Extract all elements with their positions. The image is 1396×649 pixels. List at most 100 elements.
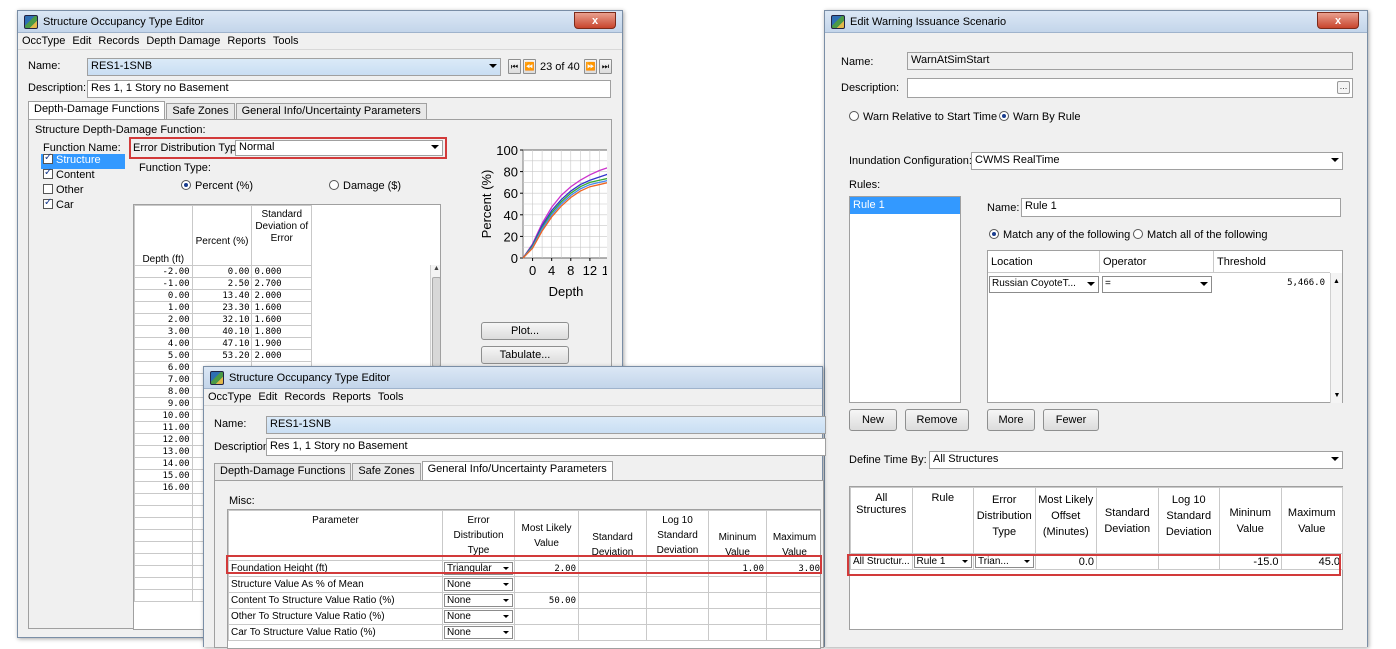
- table-row[interactable]: All Structur... Rule 1 Trian... 0.0 -15.…: [850, 553, 1343, 570]
- menu-depth-damage[interactable]: Depth Damage: [146, 35, 220, 47]
- description-field[interactable]: Res 1, 1 Story no Basement: [87, 80, 611, 98]
- name-dropdown[interactable]: RES1-1SNB: [87, 58, 501, 76]
- description-field[interactable]: Res 1, 1 Story no Basement: [266, 438, 826, 456]
- tab-safe-zones[interactable]: Safe Zones: [352, 463, 421, 480]
- tab-depth-damage[interactable]: Depth-Damage Functions: [214, 463, 352, 480]
- match-all-radio[interactable]: Match all of the following: [1133, 229, 1267, 241]
- cell-max[interactable]: [766, 576, 820, 593]
- cell-std[interactable]: 1.800: [251, 325, 312, 338]
- name-field[interactable]: RES1-1SNB: [266, 416, 826, 434]
- scroll-thumb[interactable]: [432, 277, 440, 367]
- cell-std[interactable]: [578, 560, 647, 577]
- tab-general-info[interactable]: General Info/Uncertainty Parameters: [421, 461, 613, 480]
- fewer-button[interactable]: Fewer: [1043, 409, 1099, 431]
- cell-depth[interactable]: 3.00: [134, 325, 193, 338]
- menu-reports[interactable]: Reports: [227, 35, 266, 47]
- cell-param[interactable]: Structure Value As % of Mean: [228, 576, 443, 593]
- cell-max[interactable]: 3.00: [766, 560, 820, 577]
- cell-percent[interactable]: 0.00: [191, 265, 253, 278]
- menu-occtype[interactable]: OccType: [208, 391, 251, 403]
- cell-min[interactable]: [708, 624, 767, 641]
- checkbox-icon[interactable]: [43, 184, 53, 194]
- cell-depth[interactable]: 0.00: [134, 289, 193, 302]
- cell-depth[interactable]: 13.00: [134, 445, 193, 458]
- more-button[interactable]: More: [987, 409, 1035, 431]
- table-row[interactable]: 0.00 13.40 2.000: [134, 289, 312, 302]
- cell-rule[interactable]: Rule 1: [911, 553, 974, 570]
- cell-max[interactable]: [766, 624, 820, 641]
- first-record-button[interactable]: ⏮: [508, 59, 521, 74]
- distribution-dropdown[interactable]: Triangular: [444, 562, 513, 575]
- cell-dist[interactable]: Trian...: [973, 553, 1036, 570]
- description-field[interactable]: …: [907, 78, 1353, 98]
- table-row[interactable]: -1.00 2.50 2.700: [134, 277, 312, 290]
- cell-log[interactable]: [1157, 553, 1220, 570]
- window-titlebar[interactable]: Structure Occupancy Type Editor x: [18, 11, 622, 33]
- rule-item[interactable]: Rule 1: [850, 197, 960, 214]
- name-field[interactable]: WarnAtSimStart: [907, 52, 1353, 70]
- tab-safe-zones[interactable]: Safe Zones: [166, 103, 235, 120]
- cell-percent[interactable]: 53.20: [191, 349, 253, 362]
- cell-likely[interactable]: [514, 576, 579, 593]
- window-titlebar[interactable]: Structure Occupancy Type Editor: [204, 367, 822, 389]
- cell-param[interactable]: Other To Structure Value Ratio (%): [228, 608, 443, 625]
- cell-percent[interactable]: 47.10: [191, 337, 253, 350]
- cell-depth[interactable]: 7.00: [134, 373, 193, 386]
- table-row[interactable]: Other To Structure Value Ratio (%) None: [228, 608, 820, 625]
- cell-std[interactable]: [1096, 553, 1159, 570]
- cell-likely[interactable]: 50.00: [514, 592, 579, 609]
- table-row[interactable]: Content To Structure Value Ratio (%) None…: [228, 592, 820, 609]
- cell-max[interactable]: [766, 608, 820, 625]
- plot-button[interactable]: Plot...: [481, 322, 569, 340]
- cell-std[interactable]: 1.600: [251, 301, 312, 314]
- function-item-car[interactable]: Car: [41, 197, 125, 214]
- table-row[interactable]: 1.00 23.30 1.600: [134, 301, 312, 314]
- cell-depth[interactable]: 8.00: [134, 385, 193, 398]
- conditions-scrollbar[interactable]: ▲ ▼: [1330, 273, 1342, 403]
- close-button[interactable]: x: [1317, 12, 1359, 29]
- cell-depth[interactable]: 6.00: [134, 361, 193, 374]
- window-titlebar[interactable]: Edit Warning Issuance Scenario x: [825, 11, 1367, 33]
- table-row[interactable]: -2.00 0.00 0.000: [134, 265, 312, 278]
- cell-std[interactable]: [578, 592, 647, 609]
- ellipsis-button[interactable]: …: [1337, 81, 1350, 94]
- table-row[interactable]: Foundation Height (ft) Triangular 2.00 1.00…: [228, 560, 820, 577]
- cell-param[interactable]: Car To Structure Value Ratio (%): [228, 624, 443, 641]
- cell-likely[interactable]: [514, 624, 579, 641]
- cell-std[interactable]: [578, 608, 647, 625]
- cell-depth[interactable]: 12.00: [134, 433, 193, 446]
- distribution-dropdown[interactable]: None: [444, 578, 513, 591]
- cell-percent[interactable]: 32.10: [191, 313, 253, 326]
- cell-std[interactable]: 2.000: [251, 289, 312, 302]
- cell-min[interactable]: -15.0: [1219, 553, 1282, 570]
- cell-log[interactable]: [646, 624, 709, 641]
- cell-likely[interactable]: 0.0: [1034, 553, 1097, 570]
- last-record-button[interactable]: ⏭: [599, 59, 612, 74]
- close-button[interactable]: x: [574, 12, 616, 29]
- error-dist-dropdown[interactable]: Normal: [235, 140, 443, 156]
- new-rule-button[interactable]: New: [849, 409, 897, 431]
- table-row[interactable]: 4.00 47.10 1.900: [134, 337, 312, 350]
- checkbox-icon[interactable]: [43, 152, 53, 164]
- cell-min[interactable]: 1.00: [708, 560, 767, 577]
- cell-log[interactable]: [646, 592, 709, 609]
- cell-depth[interactable]: 9.00: [134, 397, 193, 410]
- distribution-dropdown[interactable]: None: [444, 626, 513, 639]
- cell-percent[interactable]: 13.40: [191, 289, 253, 302]
- cell-depth[interactable]: 15.00: [134, 469, 193, 482]
- warn-by-rule-radio[interactable]: Warn By Rule: [999, 111, 1080, 123]
- location-dropdown[interactable]: Russian CoyoteT...: [989, 276, 1099, 293]
- next-record-button[interactable]: ⏩: [584, 59, 597, 74]
- cell-min[interactable]: [708, 608, 767, 625]
- tabulate-button[interactable]: Tabulate...: [481, 346, 569, 364]
- distribution-dropdown[interactable]: None: [444, 594, 513, 607]
- warn-relative-radio[interactable]: Warn Relative to Start Time: [849, 111, 997, 123]
- cell-depth[interactable]: 10.00: [134, 409, 193, 422]
- menu-tools[interactable]: Tools: [273, 35, 299, 47]
- cell-min[interactable]: [708, 592, 767, 609]
- operator-dropdown[interactable]: =: [1102, 276, 1212, 293]
- cell-depth[interactable]: 11.00: [134, 421, 193, 434]
- cell-likely[interactable]: 2.00: [514, 560, 579, 577]
- cell-dist[interactable]: None: [442, 608, 515, 625]
- cell-max[interactable]: [766, 592, 820, 609]
